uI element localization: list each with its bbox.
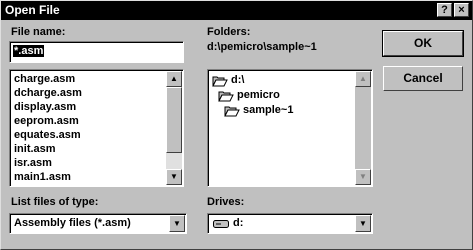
- file-list-item[interactable]: eeprom.asm: [14, 115, 79, 127]
- open-file-dialog: Open File ? × File name: *.asm charge.as…: [0, 0, 473, 250]
- folders-label-text: Folders:: [207, 26, 251, 38]
- file-type-dropdown[interactable]: Assembly files (*.asm) ▼: [9, 213, 187, 234]
- open-folder-icon: [224, 106, 240, 117]
- file-list-item[interactable]: isr.asm: [14, 157, 52, 169]
- drives-label-text: Drives:: [207, 196, 245, 208]
- dropdown-arrow[interactable]: ▼: [169, 215, 185, 232]
- file-name-input[interactable]: *.asm: [9, 41, 184, 63]
- title-bar[interactable]: Open File ? ×: [1, 1, 472, 20]
- folder-list[interactable]: d:\ pemicro sample~1 ▲ ▼: [207, 69, 373, 187]
- file-list[interactable]: charge.asm dcharge.asm display.asm eepro…: [9, 69, 184, 187]
- scroll-up-arrow[interactable]: ▲: [355, 71, 371, 87]
- drives-label: Drives:: [207, 196, 244, 208]
- folder-list-scrollbar[interactable]: ▲ ▼: [355, 71, 371, 185]
- cancel-button[interactable]: Cancel: [383, 66, 463, 91]
- file-type-label: List files of type:: [11, 196, 98, 208]
- open-folder-icon: [218, 91, 234, 102]
- open-folder-icon: [212, 76, 228, 87]
- file-list-item[interactable]: display.asm: [14, 101, 76, 113]
- scroll-track[interactable]: [166, 153, 182, 169]
- close-button[interactable]: ×: [454, 3, 469, 17]
- scroll-track[interactable]: [355, 87, 371, 169]
- file-list-item[interactable]: dcharge.asm: [14, 87, 82, 99]
- drive-icon: [213, 220, 229, 228]
- file-name-label: File name:: [11, 26, 65, 38]
- folder-label: pemicro: [237, 89, 280, 101]
- file-list-item[interactable]: equates.asm: [14, 129, 81, 141]
- help-button[interactable]: ?: [437, 3, 452, 17]
- scroll-down-arrow[interactable]: ▼: [355, 169, 371, 185]
- scroll-up-arrow[interactable]: ▲: [166, 71, 182, 87]
- drive-value: d:: [233, 217, 244, 229]
- file-name-label-text: File name:: [11, 26, 66, 38]
- scroll-down-arrow[interactable]: ▼: [166, 169, 182, 185]
- file-list-scrollbar[interactable]: ▲ ▼: [166, 71, 182, 185]
- file-type-value: Assembly files (*.asm): [14, 217, 131, 229]
- file-type-label-text: List files of type:: [11, 196, 99, 208]
- ok-button[interactable]: OK: [382, 30, 464, 57]
- scroll-thumb[interactable]: [166, 87, 182, 153]
- file-list-item[interactable]: main1.asm: [14, 171, 71, 183]
- dialog-title: Open File: [5, 3, 60, 17]
- dropdown-arrow[interactable]: ▼: [355, 215, 371, 232]
- file-list-item[interactable]: init.asm: [14, 143, 56, 155]
- current-path: d:\pemicro\sample~1: [207, 41, 317, 53]
- file-list-item[interactable]: charge.asm: [14, 73, 75, 85]
- folder-label: d:\: [231, 74, 245, 86]
- file-name-value: *.asm: [13, 45, 45, 57]
- drives-dropdown[interactable]: d: ▼: [207, 213, 373, 234]
- folder-label: sample~1: [243, 104, 294, 116]
- folders-label: Folders:: [207, 26, 250, 38]
